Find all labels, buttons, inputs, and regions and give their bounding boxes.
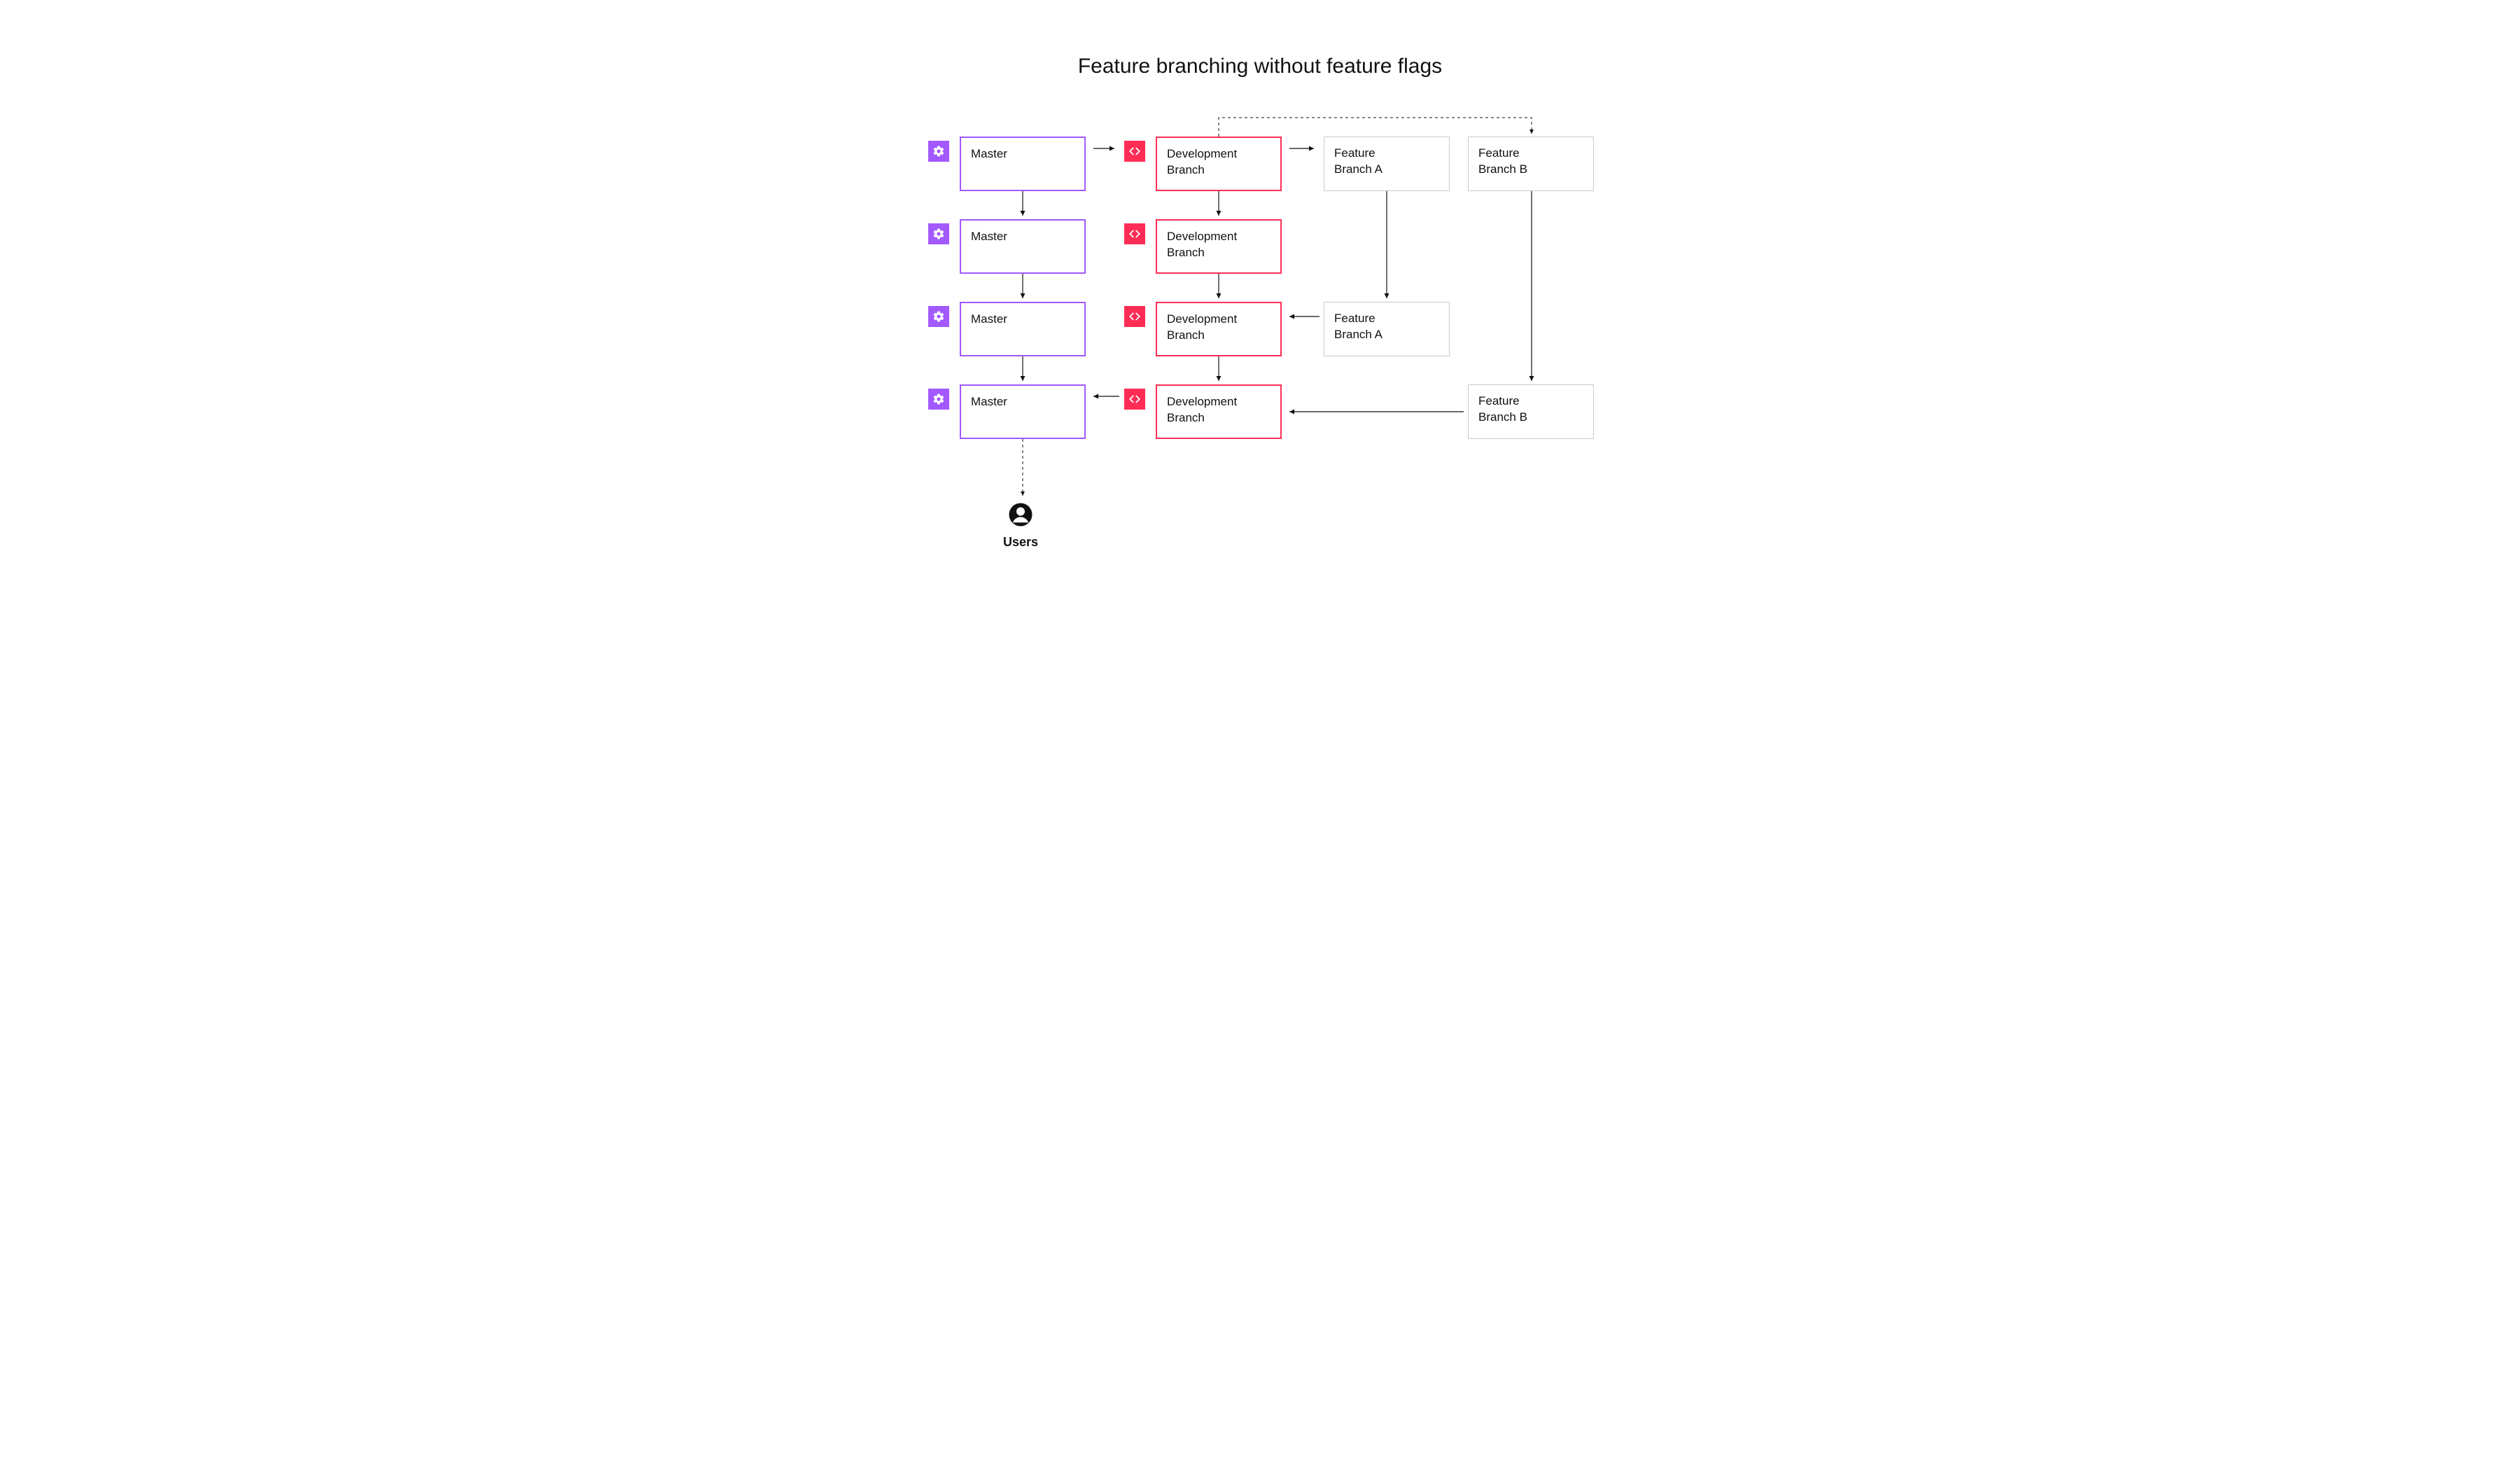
feature-a-label: Feature Branch A bbox=[1334, 146, 1382, 176]
master-box-2: Master bbox=[960, 219, 1086, 274]
dev-label: Development Branch bbox=[1167, 147, 1237, 176]
master-box-4: Master bbox=[960, 384, 1086, 439]
feature-a-label: Feature Branch A bbox=[1334, 312, 1382, 341]
master-box-1: Master bbox=[960, 137, 1086, 191]
feature-b-label: Feature Branch B bbox=[1478, 394, 1527, 424]
master-box-3: Master bbox=[960, 302, 1086, 356]
code-icon bbox=[1124, 141, 1145, 162]
dev-box-3: Development Branch bbox=[1156, 302, 1282, 356]
master-label: Master bbox=[971, 230, 1007, 243]
dev-label: Development Branch bbox=[1167, 230, 1237, 259]
users-block: Users bbox=[979, 502, 1063, 550]
arrows-layer bbox=[756, 0, 1764, 587]
dev-box-4: Development Branch bbox=[1156, 384, 1282, 439]
diagram-title: Feature branching without feature flags bbox=[756, 55, 1764, 78]
code-icon bbox=[1124, 306, 1145, 327]
master-label: Master bbox=[971, 395, 1007, 408]
code-icon bbox=[1124, 389, 1145, 410]
feature-a-box-1: Feature Branch A bbox=[1324, 137, 1450, 191]
feature-b-box-4: Feature Branch B bbox=[1468, 384, 1594, 439]
feature-b-label: Feature Branch B bbox=[1478, 146, 1527, 176]
dev-label: Development Branch bbox=[1167, 312, 1237, 342]
dev-box-1: Development Branch bbox=[1156, 137, 1282, 191]
feature-a-box-3: Feature Branch A bbox=[1324, 302, 1450, 356]
dev-box-2: Development Branch bbox=[1156, 219, 1282, 274]
diagram-canvas: Feature branching without feature flags … bbox=[756, 0, 1764, 587]
user-icon bbox=[979, 502, 1063, 531]
users-label: Users bbox=[979, 535, 1063, 550]
feature-b-box-1: Feature Branch B bbox=[1468, 137, 1594, 191]
master-label: Master bbox=[971, 312, 1007, 326]
gear-icon bbox=[928, 141, 949, 162]
gear-icon bbox=[928, 223, 949, 244]
code-icon bbox=[1124, 223, 1145, 244]
dev-label: Development Branch bbox=[1167, 395, 1237, 424]
gear-icon bbox=[928, 306, 949, 327]
master-label: Master bbox=[971, 147, 1007, 160]
gear-icon bbox=[928, 389, 949, 410]
